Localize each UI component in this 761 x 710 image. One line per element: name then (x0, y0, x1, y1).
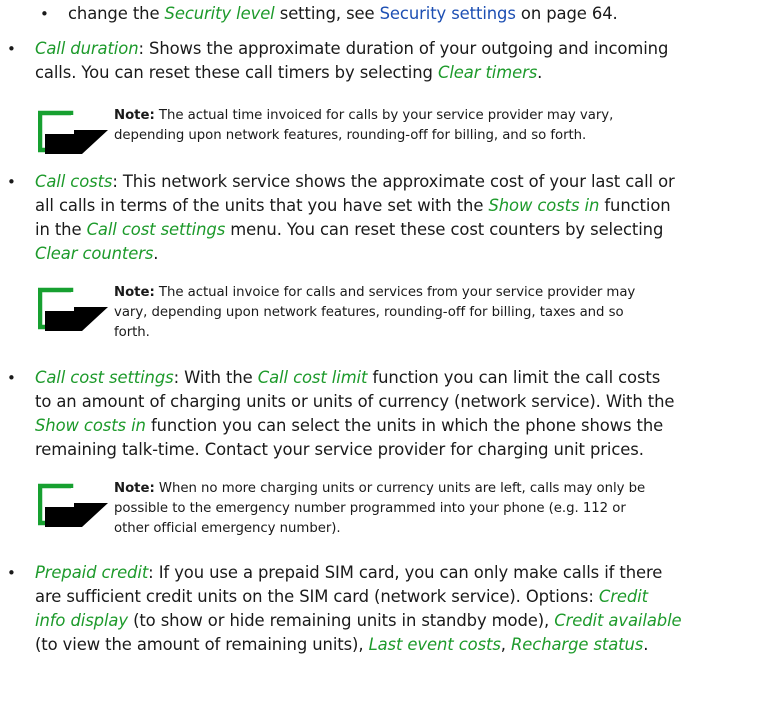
text: . (153, 244, 159, 263)
term-prepaid-credit: Prepaid credit (35, 563, 149, 582)
text: The actual invoice for calls and service… (154, 285, 636, 300)
text: all calls in terms of the units that you… (35, 196, 489, 215)
manual-page: • change the Security level setting, see… (0, 0, 761, 710)
term-credit: Credit (598, 587, 648, 606)
prepaid-credit-line-4: (to view the amount of remaining units),… (35, 634, 648, 656)
term-call-cost-settings: Call cost settings (86, 220, 226, 239)
text: : If you use a prepaid SIM card, you can… (148, 563, 663, 582)
term-security-level: Security level (164, 4, 275, 23)
term-show-costs-in: Show costs in (35, 416, 146, 435)
call-costs-line-2: all calls in terms of the units that you… (35, 195, 671, 217)
text: : This network service shows the approxi… (112, 172, 675, 191)
prepaid-credit-line-3: info display (to show or hide remaining … (35, 610, 682, 632)
note-hand-icon (38, 287, 108, 331)
term-recharge-status: Recharge status (511, 635, 644, 654)
call-costs-line-4: Clear counters. (35, 243, 159, 265)
text: function you can limit the call costs (367, 368, 661, 387)
text: When no more charging units or currency … (154, 481, 646, 496)
note-hand-icon (38, 110, 108, 154)
note-label: Note: (114, 481, 155, 496)
text: . (537, 63, 543, 82)
note-3-line-2: possible to the emergency number program… (114, 501, 626, 516)
sub-bullet: • (40, 5, 49, 23)
term-credit-available: Credit available (554, 611, 682, 630)
bullet: • (7, 40, 16, 58)
text: on page 64. (515, 4, 618, 23)
prepaid-credit-line-1: Prepaid credit: If you use a prepaid SIM… (35, 562, 662, 584)
term-clear-counters: Clear counters (35, 244, 154, 263)
note-2-line-2: vary, depending upon network features, r… (114, 305, 624, 320)
call-cost-settings-line-1: Call cost settings: With the Call cost l… (35, 367, 660, 389)
text: : With the (173, 368, 258, 387)
note-1-line-1: Note: The actual time invoiced for calls… (114, 106, 613, 125)
term-call-costs: Call costs (35, 172, 113, 191)
term-call-cost-limit: Call cost limit (257, 368, 368, 387)
bullet: • (7, 564, 16, 582)
call-costs-line-3: in the Call cost settings menu. You can … (35, 219, 663, 241)
text: : Shows the approximate duration of your… (138, 39, 669, 58)
term-clear-timers: Clear timers (437, 63, 538, 82)
call-duration-line-1: Call duration: Shows the approximate dur… (35, 38, 668, 60)
note-2-line-3: forth. (114, 325, 150, 340)
text: The actual time invoiced for calls by yo… (154, 108, 614, 123)
text: (to view the amount of remaining units), (35, 635, 369, 654)
note-3-line-3: other official emergency number). (114, 521, 341, 536)
text: , (500, 635, 512, 654)
call-cost-settings-line-4: remaining talk-time. Contact your servic… (35, 440, 644, 459)
text: function you can select the units in whi… (145, 416, 664, 435)
security-level-line: change the Security level setting, see S… (68, 3, 618, 25)
note-label: Note: (114, 285, 155, 300)
text: (to show or hide remaining units in stan… (127, 611, 555, 630)
text: function (599, 196, 671, 215)
prepaid-credit-line-2: are sufficient credit units on the SIM c… (35, 586, 648, 608)
term-info-display: info display (35, 611, 128, 630)
text: change the (68, 4, 165, 23)
call-cost-settings-line-2: to an amount of charging units or units … (35, 392, 675, 411)
text: menu. You can reset these cost counters … (225, 220, 664, 239)
note-label: Note: (114, 108, 155, 123)
call-costs-line-1: Call costs: This network service shows t… (35, 171, 675, 193)
call-duration-line-2: calls. You can reset these call timers b… (35, 62, 542, 84)
text: setting, see (274, 4, 380, 23)
text: are sufficient credit units on the SIM c… (35, 587, 599, 606)
note-hand-icon (38, 483, 108, 527)
note-1-line-2: depending upon network features, roundin… (114, 128, 587, 143)
bullet: • (7, 369, 16, 387)
term-last-event-costs: Last event costs (368, 635, 501, 654)
bullet: • (7, 173, 16, 191)
text: calls. You can reset these call timers b… (35, 63, 438, 82)
note-3-line-1: Note: When no more charging units or cur… (114, 479, 645, 498)
text: . (643, 635, 649, 654)
text: in the (35, 220, 87, 239)
term-call-cost-settings: Call cost settings (35, 368, 174, 387)
term-show-costs-in: Show costs in (488, 196, 600, 215)
term-call-duration: Call duration (35, 39, 139, 58)
security-settings-link[interactable]: Security settings (380, 4, 516, 23)
note-2-line-1: Note: The actual invoice for calls and s… (114, 283, 635, 302)
call-cost-settings-line-3: Show costs in function you can select th… (35, 415, 663, 437)
